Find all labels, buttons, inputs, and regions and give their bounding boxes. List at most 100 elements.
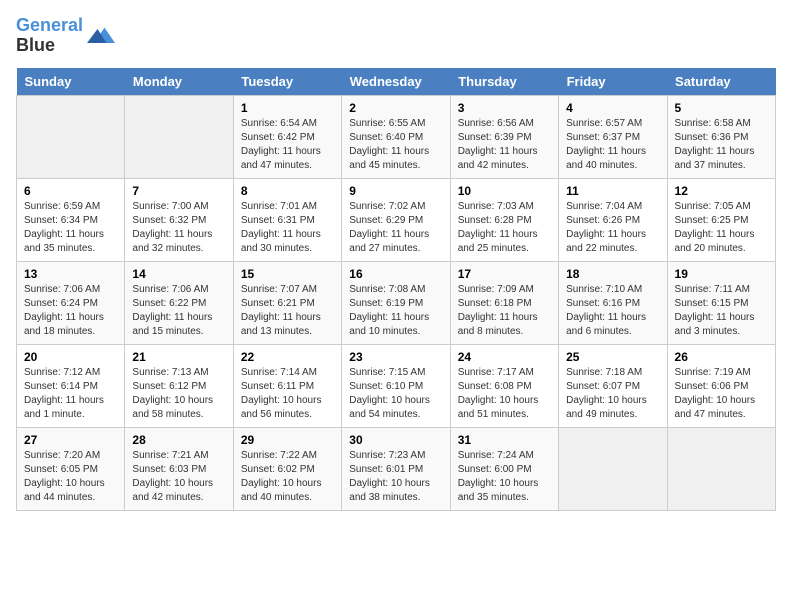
- day-info: Sunrise: 7:23 AM Sunset: 6:01 PM Dayligh…: [349, 449, 442, 505]
- weekday-header-friday: Friday: [559, 68, 667, 96]
- day-info: Sunrise: 6:57 AM Sunset: 6:37 PM Dayligh…: [566, 117, 659, 173]
- day-number: 29: [241, 433, 334, 447]
- day-cell: 18 Sunrise: 7:10 AM Sunset: 6:16 PM Dayli…: [559, 261, 667, 344]
- day-cell: 16 Sunrise: 7:08 AM Sunset: 6:19 PM Dayli…: [342, 261, 450, 344]
- day-cell: 1 Sunrise: 6:54 AM Sunset: 6:42 PM Daylig…: [233, 95, 341, 178]
- day-info: Sunrise: 7:18 AM Sunset: 6:07 PM Dayligh…: [566, 366, 659, 422]
- week-row-4: 20 Sunrise: 7:12 AM Sunset: 6:14 PM Dayli…: [17, 344, 776, 427]
- day-number: 18: [566, 267, 659, 281]
- day-cell: 10 Sunrise: 7:03 AM Sunset: 6:28 PM Dayli…: [450, 178, 558, 261]
- day-cell: 26 Sunrise: 7:19 AM Sunset: 6:06 PM Dayli…: [667, 344, 775, 427]
- day-number: 21: [132, 350, 225, 364]
- day-cell: 2 Sunrise: 6:55 AM Sunset: 6:40 PM Daylig…: [342, 95, 450, 178]
- day-cell: [667, 427, 775, 510]
- day-number: 17: [458, 267, 551, 281]
- day-info: Sunrise: 6:56 AM Sunset: 6:39 PM Dayligh…: [458, 117, 551, 173]
- day-info: Sunrise: 7:10 AM Sunset: 6:16 PM Dayligh…: [566, 283, 659, 339]
- weekday-header-monday: Monday: [125, 68, 233, 96]
- day-cell: 21 Sunrise: 7:13 AM Sunset: 6:12 PM Dayli…: [125, 344, 233, 427]
- day-number: 16: [349, 267, 442, 281]
- day-info: Sunrise: 6:54 AM Sunset: 6:42 PM Dayligh…: [241, 117, 334, 173]
- day-number: 31: [458, 433, 551, 447]
- day-cell: 17 Sunrise: 7:09 AM Sunset: 6:18 PM Dayli…: [450, 261, 558, 344]
- day-number: 5: [675, 101, 768, 115]
- day-number: 30: [349, 433, 442, 447]
- day-cell: 15 Sunrise: 7:07 AM Sunset: 6:21 PM Dayli…: [233, 261, 341, 344]
- day-number: 28: [132, 433, 225, 447]
- week-row-3: 13Sunrise: 7:06 AM Sunset: 6:24 PM Dayli…: [17, 261, 776, 344]
- day-cell: 4 Sunrise: 6:57 AM Sunset: 6:37 PM Daylig…: [559, 95, 667, 178]
- calendar-table: SundayMondayTuesdayWednesdayThursdayFrid…: [16, 68, 776, 511]
- day-cell: 25 Sunrise: 7:18 AM Sunset: 6:07 PM Dayli…: [559, 344, 667, 427]
- day-info: Sunrise: 7:09 AM Sunset: 6:18 PM Dayligh…: [458, 283, 551, 339]
- day-info: Sunrise: 7:03 AM Sunset: 6:28 PM Dayligh…: [458, 200, 551, 256]
- day-cell: 22 Sunrise: 7:14 AM Sunset: 6:11 PM Dayli…: [233, 344, 341, 427]
- day-number: 6: [24, 184, 117, 198]
- day-info: Sunrise: 7:05 AM Sunset: 6:25 PM Dayligh…: [675, 200, 768, 256]
- day-cell: 20 Sunrise: 7:12 AM Sunset: 6:14 PM Dayli…: [17, 344, 125, 427]
- day-number: 14: [132, 267, 225, 281]
- day-info: Sunrise: 7:20 AM Sunset: 6:05 PM Dayligh…: [24, 449, 117, 505]
- day-number: 4: [566, 101, 659, 115]
- day-cell: 3 Sunrise: 6:56 AM Sunset: 6:39 PM Daylig…: [450, 95, 558, 178]
- day-info: Sunrise: 7:24 AM Sunset: 6:00 PM Dayligh…: [458, 449, 551, 505]
- day-cell: 19Sunrise: 7:11 AM Sunset: 6:15 PM Dayli…: [667, 261, 775, 344]
- day-info: Sunrise: 7:13 AM Sunset: 6:12 PM Dayligh…: [132, 366, 225, 422]
- day-cell: 8 Sunrise: 7:01 AM Sunset: 6:31 PM Daylig…: [233, 178, 341, 261]
- day-cell: [559, 427, 667, 510]
- day-number: 13: [24, 267, 117, 281]
- day-number: 1: [241, 101, 334, 115]
- day-cell: 9 Sunrise: 7:02 AM Sunset: 6:29 PM Daylig…: [342, 178, 450, 261]
- day-number: 23: [349, 350, 442, 364]
- day-info: Sunrise: 7:07 AM Sunset: 6:21 PM Dayligh…: [241, 283, 334, 339]
- day-cell: 28Sunrise: 7:21 AM Sunset: 6:03 PM Dayli…: [125, 427, 233, 510]
- day-info: Sunrise: 7:08 AM Sunset: 6:19 PM Dayligh…: [349, 283, 442, 339]
- logo-text: General Blue: [16, 16, 83, 56]
- day-number: 27: [24, 433, 117, 447]
- day-info: Sunrise: 7:22 AM Sunset: 6:02 PM Dayligh…: [241, 449, 334, 505]
- page-header: General Blue: [16, 16, 776, 56]
- day-cell: 27 Sunrise: 7:20 AM Sunset: 6:05 PM Dayli…: [17, 427, 125, 510]
- day-number: 24: [458, 350, 551, 364]
- day-cell: 30 Sunrise: 7:23 AM Sunset: 6:01 PM Dayli…: [342, 427, 450, 510]
- weekday-header-sunday: Sunday: [17, 68, 125, 96]
- day-number: 10: [458, 184, 551, 198]
- day-cell: [17, 95, 125, 178]
- day-info: Sunrise: 7:02 AM Sunset: 6:29 PM Dayligh…: [349, 200, 442, 256]
- day-info: Sunrise: 7:19 AM Sunset: 6:06 PM Dayligh…: [675, 366, 768, 422]
- logo: General Blue: [16, 16, 115, 56]
- day-info: Sunrise: 7:12 AM Sunset: 6:14 PM Dayligh…: [24, 366, 117, 422]
- day-number: 2: [349, 101, 442, 115]
- day-info: Sunrise: 6:55 AM Sunset: 6:40 PM Dayligh…: [349, 117, 442, 173]
- day-number: 8: [241, 184, 334, 198]
- day-number: 3: [458, 101, 551, 115]
- day-info: Sunrise: 7:06 AM Sunset: 6:22 PM Dayligh…: [132, 283, 225, 339]
- day-number: 20: [24, 350, 117, 364]
- weekday-header-wednesday: Wednesday: [342, 68, 450, 96]
- day-number: 15: [241, 267, 334, 281]
- week-row-2: 6Sunrise: 6:59 AM Sunset: 6:34 PM Daylig…: [17, 178, 776, 261]
- day-cell: 14 Sunrise: 7:06 AM Sunset: 6:22 PM Dayli…: [125, 261, 233, 344]
- week-row-5: 27 Sunrise: 7:20 AM Sunset: 6:05 PM Dayli…: [17, 427, 776, 510]
- day-cell: 12Sunrise: 7:05 AM Sunset: 6:25 PM Dayli…: [667, 178, 775, 261]
- day-info: Sunrise: 7:04 AM Sunset: 6:26 PM Dayligh…: [566, 200, 659, 256]
- weekday-header-row: SundayMondayTuesdayWednesdayThursdayFrid…: [17, 68, 776, 96]
- day-info: Sunrise: 7:14 AM Sunset: 6:11 PM Dayligh…: [241, 366, 334, 422]
- day-number: 9: [349, 184, 442, 198]
- logo-icon: [87, 22, 115, 50]
- day-number: 22: [241, 350, 334, 364]
- day-cell: 24 Sunrise: 7:17 AM Sunset: 6:08 PM Dayli…: [450, 344, 558, 427]
- day-cell: [125, 95, 233, 178]
- day-cell: 7Sunrise: 7:00 AM Sunset: 6:32 PM Daylig…: [125, 178, 233, 261]
- day-cell: 6Sunrise: 6:59 AM Sunset: 6:34 PM Daylig…: [17, 178, 125, 261]
- day-cell: 5 Sunrise: 6:58 AM Sunset: 6:36 PM Daylig…: [667, 95, 775, 178]
- day-info: Sunrise: 7:17 AM Sunset: 6:08 PM Dayligh…: [458, 366, 551, 422]
- day-cell: 29 Sunrise: 7:22 AM Sunset: 6:02 PM Dayli…: [233, 427, 341, 510]
- day-number: 26: [675, 350, 768, 364]
- day-number: 11: [566, 184, 659, 198]
- day-number: 25: [566, 350, 659, 364]
- day-info: Sunrise: 7:01 AM Sunset: 6:31 PM Dayligh…: [241, 200, 334, 256]
- day-cell: 11 Sunrise: 7:04 AM Sunset: 6:26 PM Dayli…: [559, 178, 667, 261]
- day-info: Sunrise: 6:58 AM Sunset: 6:36 PM Dayligh…: [675, 117, 768, 173]
- day-info: Sunrise: 7:11 AM Sunset: 6:15 PM Dayligh…: [675, 283, 768, 339]
